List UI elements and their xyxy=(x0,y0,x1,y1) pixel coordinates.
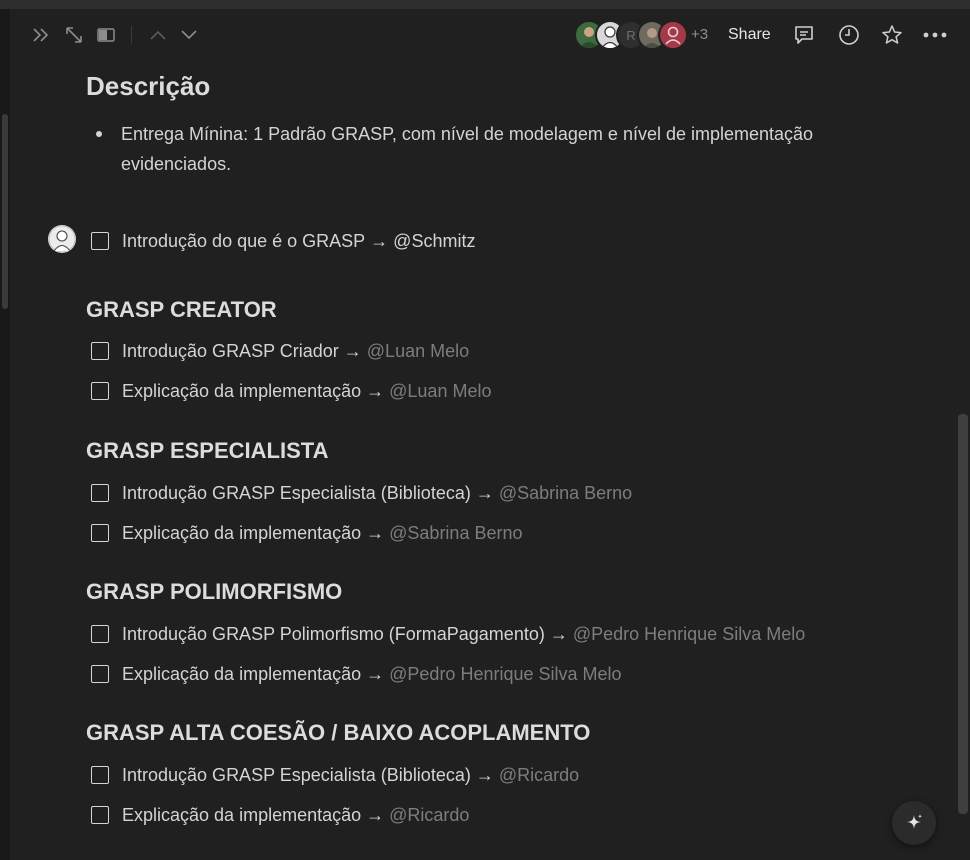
todo-checkbox[interactable] xyxy=(91,484,109,502)
todo-text: Explicação da implementação xyxy=(122,380,362,401)
chevron-up-icon[interactable] xyxy=(148,25,168,45)
page-scrollbar-thumb[interactable] xyxy=(958,414,968,814)
avatar[interactable] xyxy=(658,20,688,50)
arrow: → xyxy=(366,522,385,543)
todo-item[interactable]: Introdução GRASP Polimorfismo (FormaPaga… xyxy=(91,620,805,648)
todo-text: Explicação da implementação xyxy=(122,663,362,684)
arrow: → xyxy=(366,663,385,684)
todo-item[interactable]: Introdução GRASP Criador → @Luan Melo xyxy=(91,337,469,365)
mention[interactable]: @Luan Melo xyxy=(389,381,491,402)
mention[interactable]: @Ricardo xyxy=(499,765,579,786)
todo-checkbox[interactable] xyxy=(91,232,109,250)
share-button[interactable]: Share xyxy=(728,26,771,44)
todo-text: Introdução GRASP Polimorfismo (FormaPaga… xyxy=(122,623,545,644)
todo-text: Explicação da implementação xyxy=(122,522,362,543)
mention[interactable]: @Luan Melo xyxy=(367,341,469,362)
avatar-letter: R xyxy=(626,27,636,43)
comment-avatar[interactable] xyxy=(48,225,76,253)
expand-diagonal-icon[interactable] xyxy=(64,25,84,45)
todo-checkbox[interactable] xyxy=(91,806,109,824)
bullet-item: Entrega Mínina: 1 Padrão GRASP, com níve… xyxy=(96,119,866,179)
collaborator-avatars[interactable]: R xyxy=(574,20,688,50)
page-panel: R +3 Share Descrição Entrega Mínina: 1 P… xyxy=(10,9,970,860)
todo-checkbox[interactable] xyxy=(91,766,109,784)
todo-item[interactable]: Introdução do que é o GRASP → @Schmitz xyxy=(91,227,475,255)
todo-item[interactable]: Explicação da implementação → @Pedro Hen… xyxy=(91,660,622,688)
toolbar-separator xyxy=(131,26,132,44)
more-icon[interactable] xyxy=(923,24,947,46)
todo-item[interactable]: Introdução GRASP Especialista (Bibliotec… xyxy=(91,761,579,789)
todo-item[interactable]: Explicação da implementação → @Ricardo xyxy=(91,801,469,829)
mention[interactable]: @Pedro Henrique Silva Melo xyxy=(389,664,621,685)
ai-assistant-button[interactable] xyxy=(892,801,936,845)
arrow: → xyxy=(366,380,385,401)
bullet-text: Entrega Mínina: 1 Padrão GRASP, com níve… xyxy=(121,124,814,174)
mention[interactable]: @Sabrina Berno xyxy=(499,483,632,504)
section-heading: GRASP POLIMORFISMO xyxy=(86,579,343,604)
mention[interactable]: @Ricardo xyxy=(389,805,469,826)
arrow: → xyxy=(549,623,568,644)
mention[interactable]: @Pedro Henrique Silva Melo xyxy=(573,624,805,645)
todo-checkbox[interactable] xyxy=(91,665,109,683)
mention[interactable]: @Sabrina Berno xyxy=(389,523,522,544)
side-peek-icon[interactable] xyxy=(96,25,116,45)
bullet-dot xyxy=(96,131,102,137)
todo-checkbox[interactable] xyxy=(91,524,109,542)
todo-checkbox[interactable] xyxy=(91,342,109,360)
section-heading: GRASP CREATOR xyxy=(86,297,277,322)
arrow: → xyxy=(343,340,362,361)
todo-text: Introdução GRASP Criador xyxy=(122,340,339,361)
arrow: → xyxy=(366,804,385,825)
window-top-strip xyxy=(0,0,970,9)
todo-text: Introdução GRASP Especialista (Bibliotec… xyxy=(122,764,471,785)
left-panel-edge xyxy=(0,9,10,860)
todo-checkbox[interactable] xyxy=(91,625,109,643)
top-toolbar: R +3 Share xyxy=(10,9,970,61)
todo-text: Introdução GRASP Especialista (Bibliotec… xyxy=(122,482,471,503)
left-scrollbar-thumb[interactable] xyxy=(2,114,8,309)
todo-item[interactable]: Introdução GRASP Especialista (Bibliotec… xyxy=(91,479,632,507)
chevron-down-icon[interactable] xyxy=(179,25,199,45)
star-icon[interactable] xyxy=(881,24,903,46)
clock-icon[interactable] xyxy=(838,24,860,46)
todo-checkbox[interactable] xyxy=(91,382,109,400)
double-chevron-right-icon[interactable] xyxy=(30,25,52,45)
section-heading: GRASP ESPECIALISTA xyxy=(86,438,329,463)
description-heading: Descrição xyxy=(86,71,211,101)
arrow: → xyxy=(475,482,494,503)
todo-text: Introdução do que é o GRASP xyxy=(122,230,366,251)
arrow: → xyxy=(370,230,389,251)
section-heading: GRASP ALTA COESÃO / BAIXO ACOPLAMENTO xyxy=(86,720,591,745)
mention[interactable]: @Schmitz xyxy=(393,231,475,252)
sparkle-icon xyxy=(907,814,922,829)
comment-icon[interactable] xyxy=(793,24,815,46)
arrow: → xyxy=(475,764,494,785)
todo-text: Explicação da implementação xyxy=(122,804,362,825)
todo-item[interactable]: Explicação da implementação → @Luan Melo xyxy=(91,377,491,405)
todo-item[interactable]: Explicação da implementação → @Sabrina B… xyxy=(91,519,523,547)
extra-collaborators-count[interactable]: +3 xyxy=(691,26,708,43)
